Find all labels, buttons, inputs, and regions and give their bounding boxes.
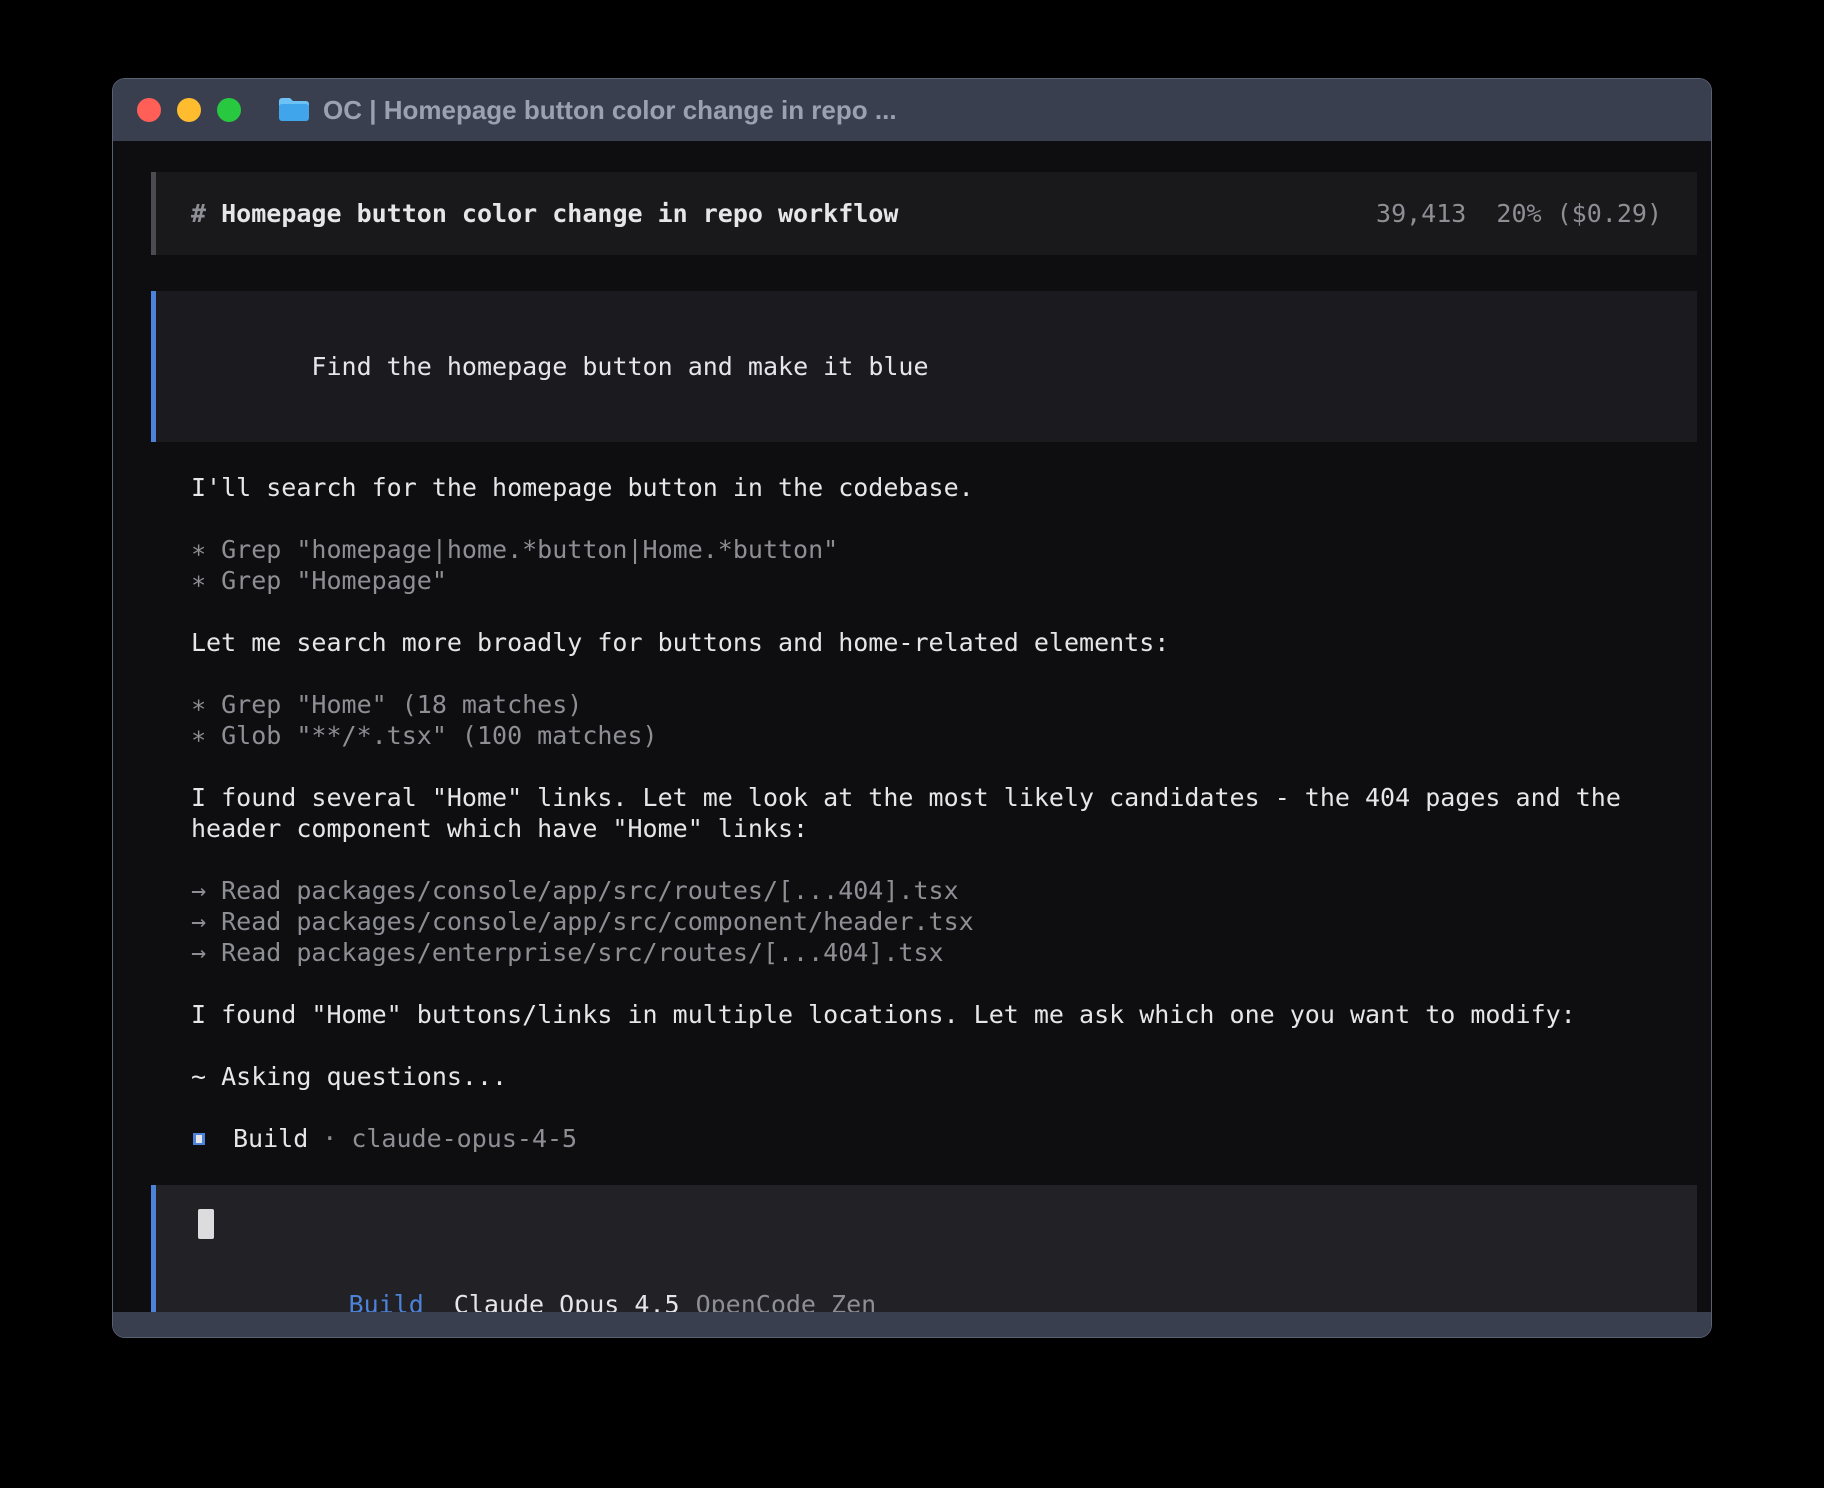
prompt-input[interactable]: Build Claude Opus 4.5 OpenCode Zen bbox=[151, 1185, 1697, 1312]
window-titlebar[interactable]: OC | Homepage button color change in rep… bbox=[113, 79, 1711, 141]
tool-call-line: ∗ Grep "Homepage" bbox=[191, 565, 1633, 596]
tool-call-line: ∗ Glob "**/*.tsx" (100 matches) bbox=[191, 720, 1633, 751]
session-stats: 39,413 20% ($0.29) bbox=[1376, 198, 1662, 229]
session-title-hash: # bbox=[191, 199, 221, 228]
tool-call-line: ∗ Grep "homepage|home.*button|Home.*butt… bbox=[191, 534, 1633, 565]
agent-separator: · bbox=[322, 1123, 337, 1154]
tool-call-block: ∗ Grep "homepage|home.*button|Home.*butt… bbox=[191, 534, 1633, 596]
agent-model: claude-opus-4-5 bbox=[351, 1123, 577, 1154]
terminal-content: # Homepage button color change in repo w… bbox=[113, 141, 1711, 1312]
assistant-text-block: I found "Home" buttons/links in multiple… bbox=[191, 999, 1633, 1030]
user-message: Find the homepage button and make it blu… bbox=[151, 291, 1697, 442]
user-message-text: Find the homepage button and make it blu… bbox=[311, 352, 928, 381]
window-title: OC | Homepage button color change in rep… bbox=[323, 95, 897, 126]
session-title: # Homepage button color change in repo w… bbox=[191, 198, 898, 229]
agent-status-line: Build · claude-opus-4-5 bbox=[193, 1123, 1697, 1154]
assistant-text-block: Let me search more broadly for buttons a… bbox=[191, 627, 1633, 658]
desktop: OC | Homepage button color change in rep… bbox=[0, 0, 1824, 1488]
close-button[interactable] bbox=[137, 98, 161, 122]
tool-call-line: → Read packages/console/app/src/routes/[… bbox=[191, 875, 1633, 906]
input-model-label[interactable]: Claude Opus 4.5 bbox=[454, 1290, 680, 1312]
input-status-row: Build Claude Opus 4.5 OpenCode Zen bbox=[198, 1258, 1662, 1312]
assistant-text-line: ~ Asking questions... bbox=[191, 1061, 1633, 1092]
text-cursor bbox=[198, 1209, 214, 1239]
assistant-text-block: ~ Asking questions... bbox=[191, 1061, 1633, 1092]
zoom-button[interactable] bbox=[217, 98, 241, 122]
agent-name: Build bbox=[233, 1123, 308, 1154]
agent-icon bbox=[193, 1133, 205, 1145]
assistant-text-line: I found "Home" buttons/links in multiple… bbox=[191, 999, 1633, 1030]
transcript: I'll search for the homepage button in t… bbox=[191, 472, 1633, 1123]
tool-call-block: → Read packages/console/app/src/routes/[… bbox=[191, 875, 1633, 968]
tool-call-line: → Read packages/console/app/src/componen… bbox=[191, 906, 1633, 937]
minimize-button[interactable] bbox=[177, 98, 201, 122]
assistant-text-block: I'll search for the homepage button in t… bbox=[191, 472, 1633, 503]
traffic-lights bbox=[137, 98, 241, 122]
session-header: # Homepage button color change in repo w… bbox=[151, 172, 1697, 255]
tool-call-line: ∗ Grep "Home" (18 matches) bbox=[191, 689, 1633, 720]
folder-icon bbox=[277, 96, 311, 124]
input-agent-label[interactable]: Build bbox=[349, 1290, 424, 1312]
window-bottom-frame bbox=[113, 1312, 1711, 1337]
assistant-text-line: I'll search for the homepage button in t… bbox=[191, 472, 1633, 503]
assistant-text-line: Let me search more broadly for buttons a… bbox=[191, 627, 1633, 658]
tool-call-block: ∗ Grep "Home" (18 matches)∗ Glob "**/*.t… bbox=[191, 689, 1633, 751]
tool-call-line: → Read packages/enterprise/src/routes/[.… bbox=[191, 937, 1633, 968]
input-provider-label: OpenCode Zen bbox=[696, 1290, 877, 1312]
session-title-text: Homepage button color change in repo wor… bbox=[221, 199, 898, 228]
terminal-window: OC | Homepage button color change in rep… bbox=[112, 78, 1712, 1338]
assistant-text-line: I found several "Home" links. Let me loo… bbox=[191, 782, 1633, 844]
assistant-text-block: I found several "Home" links. Let me loo… bbox=[191, 782, 1633, 844]
